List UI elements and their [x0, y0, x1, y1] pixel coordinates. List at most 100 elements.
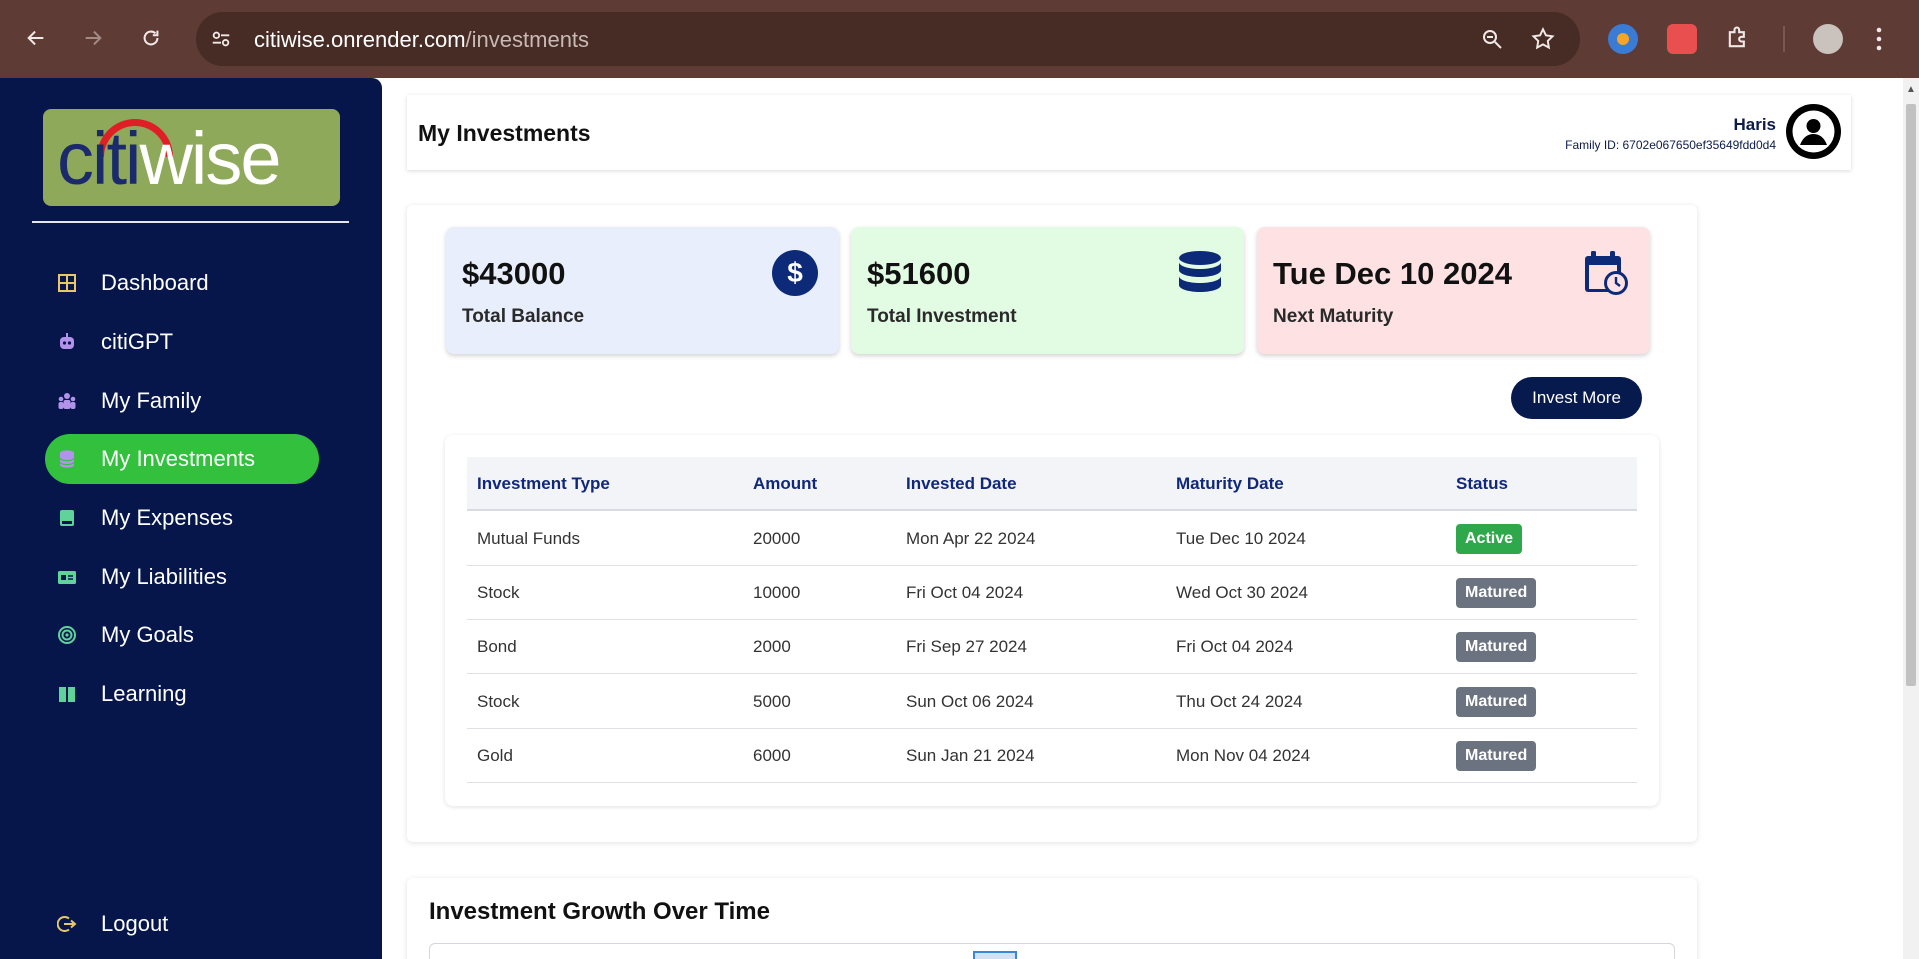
table-row[interactable]: Bond 2000 Fri Sep 27 2024 Fri Oct 04 202… — [467, 620, 1637, 674]
growth-title: Investment Growth Over Time — [429, 898, 770, 925]
scrollbar-thumb[interactable] — [1906, 104, 1916, 686]
user-circle-icon — [1792, 110, 1835, 153]
sidebar-item-label: My Liabilities — [101, 564, 227, 589]
invested-date-cell: Sun Jan 21 2024 — [906, 746, 1035, 765]
url-host: citiwise.onrender.com — [254, 27, 466, 52]
logout-button[interactable]: Logout — [45, 899, 319, 949]
sidebar-item-my-expenses[interactable]: My Expenses — [45, 493, 319, 543]
chart-legend-swatch — [973, 951, 1017, 959]
total-balance-value: $43000 — [462, 256, 566, 291]
site-info-icon[interactable] — [210, 28, 232, 50]
user-avatar[interactable] — [1786, 104, 1841, 159]
database-icon — [57, 449, 77, 469]
back-button[interactable] — [20, 22, 52, 54]
growth-chart-frame — [429, 943, 1675, 959]
sidebar-item-citigpt[interactable]: citiGPT — [45, 317, 319, 367]
browser-toolbar: citiwise.onrender.com/investments — [0, 0, 1919, 78]
investment-type-cell: Mutual Funds — [477, 529, 580, 548]
book-icon — [57, 684, 77, 704]
investments-panel: $43000 Total Balance $ $51600 Total Inve… — [407, 205, 1697, 842]
maturity-date-cell: Tue Dec 10 2024 — [1176, 529, 1306, 548]
forward-button[interactable] — [77, 22, 109, 54]
maturity-date-cell: Wed Oct 30 2024 — [1176, 583, 1308, 602]
sidebar-item-label: citiGPT — [101, 329, 174, 354]
extension-1-icon[interactable] — [1608, 24, 1638, 54]
address-bar[interactable]: citiwise.onrender.com/investments — [196, 12, 1580, 66]
extension-2-icon[interactable] — [1667, 24, 1697, 54]
investment-type-cell: Stock — [477, 692, 520, 711]
invested-date-cell: Sun Oct 06 2024 — [906, 692, 1034, 711]
sidebar-item-my-family[interactable]: My Family — [45, 376, 319, 426]
logo-text: citiwise — [57, 117, 282, 200]
amount-cell: 10000 — [753, 583, 801, 602]
logout-icon — [57, 914, 77, 934]
dashboard-grid-icon — [57, 273, 77, 293]
total-balance-label: Total Balance — [462, 306, 585, 327]
sidebar-item-my-investments[interactable]: My Investments — [45, 434, 319, 484]
citiwise-logo[interactable]: citiwise — [43, 109, 340, 206]
logout-label: Logout — [101, 911, 169, 936]
url-text: citiwise.onrender.com/investments — [254, 27, 589, 53]
extensions-puzzle-icon[interactable] — [1724, 24, 1752, 52]
amount-cell: 5000 — [753, 692, 791, 711]
next-maturity-label: Next Maturity — [1273, 306, 1394, 327]
database-icon — [1179, 251, 1221, 292]
reload-icon — [143, 30, 159, 46]
people-icon — [57, 391, 77, 411]
arrow-left-icon — [27, 30, 44, 46]
total-investment-card: $51600 Total Investment — [851, 227, 1244, 354]
table-row[interactable]: Stock 10000 Fri Oct 04 2024 Wed Oct 30 2… — [467, 566, 1637, 620]
bookmark-star-icon[interactable] — [1530, 26, 1556, 52]
maturity-date-cell: Thu Oct 24 2024 — [1176, 692, 1303, 711]
table-header: Investment Type Amount Invested Date Mat… — [467, 457, 1637, 511]
sidebar-item-my-liabilities[interactable]: My Liabilities — [45, 552, 319, 602]
column-header[interactable]: Status — [1456, 474, 1508, 494]
id-card-icon — [57, 567, 77, 587]
table-row[interactable]: Gold 6000 Sun Jan 21 2024 Mon Nov 04 202… — [467, 729, 1637, 783]
amount-cell: 20000 — [753, 529, 801, 548]
invested-date-cell: Mon Apr 22 2024 — [906, 529, 1036, 548]
amount-cell: 2000 — [753, 637, 791, 656]
column-header[interactable]: Amount — [753, 474, 817, 494]
sidebar-item-dashboard[interactable]: Dashboard — [45, 258, 319, 308]
profile-avatar[interactable] — [1813, 24, 1843, 54]
total-investment-label: Total Investment — [867, 306, 1017, 327]
status-badge: Matured — [1456, 741, 1537, 771]
wallet-icon — [57, 508, 77, 528]
maturity-date-cell: Fri Oct 04 2024 — [1176, 637, 1294, 656]
reload-button[interactable] — [135, 22, 167, 54]
target-icon — [57, 625, 77, 645]
investment-type-cell: Bond — [477, 637, 517, 656]
arrow-right-icon — [85, 30, 102, 46]
zoom-icon[interactable] — [1480, 27, 1504, 51]
next-maturity-card: Tue Dec 10 2024 Next Maturity — [1257, 227, 1650, 354]
investments-table: Investment Type Amount Invested Date Mat… — [445, 435, 1659, 806]
sidebar-item-label: My Goals — [101, 622, 194, 647]
column-header[interactable]: Investment Type — [477, 474, 610, 494]
sidebar-item-label: Dashboard — [101, 270, 209, 295]
sidebar-item-label: My Family — [101, 388, 202, 413]
sidebar-item-my-goals[interactable]: My Goals — [45, 610, 319, 660]
invest-more-button[interactable]: Invest More — [1511, 377, 1642, 419]
scroll-up-arrow-icon[interactable]: ▲ — [1904, 84, 1918, 98]
table-row[interactable]: Stock 5000 Sun Oct 06 2024 Thu Oct 24 20… — [467, 675, 1637, 729]
table-row[interactable]: Mutual Funds 20000 Mon Apr 22 2024 Tue D… — [467, 512, 1637, 566]
sidebar-item-label: My Investments — [101, 446, 256, 471]
page-header: My Investments Haris Family ID: 6702e067… — [407, 95, 1851, 170]
svg-text:$: $ — [787, 257, 803, 288]
column-header[interactable]: Maturity Date — [1176, 474, 1284, 494]
next-maturity-value: Tue Dec 10 2024 — [1273, 256, 1512, 291]
toolbar-divider — [1783, 26, 1785, 52]
status-badge: Matured — [1456, 687, 1537, 717]
robot-icon — [57, 332, 77, 352]
status-badge: Matured — [1456, 578, 1537, 608]
investment-type-cell: Gold — [477, 746, 513, 765]
column-header[interactable]: Invested Date — [906, 474, 1017, 494]
dollar-icon: $ — [772, 250, 818, 296]
more-menu-icon[interactable] — [1874, 26, 1884, 52]
total-balance-card: $43000 Total Balance $ — [446, 227, 839, 354]
total-investment-value: $51600 — [867, 256, 971, 291]
investment-growth-panel: Investment Growth Over Time — [407, 878, 1697, 959]
sidebar-item-learning[interactable]: Learning — [45, 669, 319, 719]
page-title: My Investments — [418, 120, 591, 146]
